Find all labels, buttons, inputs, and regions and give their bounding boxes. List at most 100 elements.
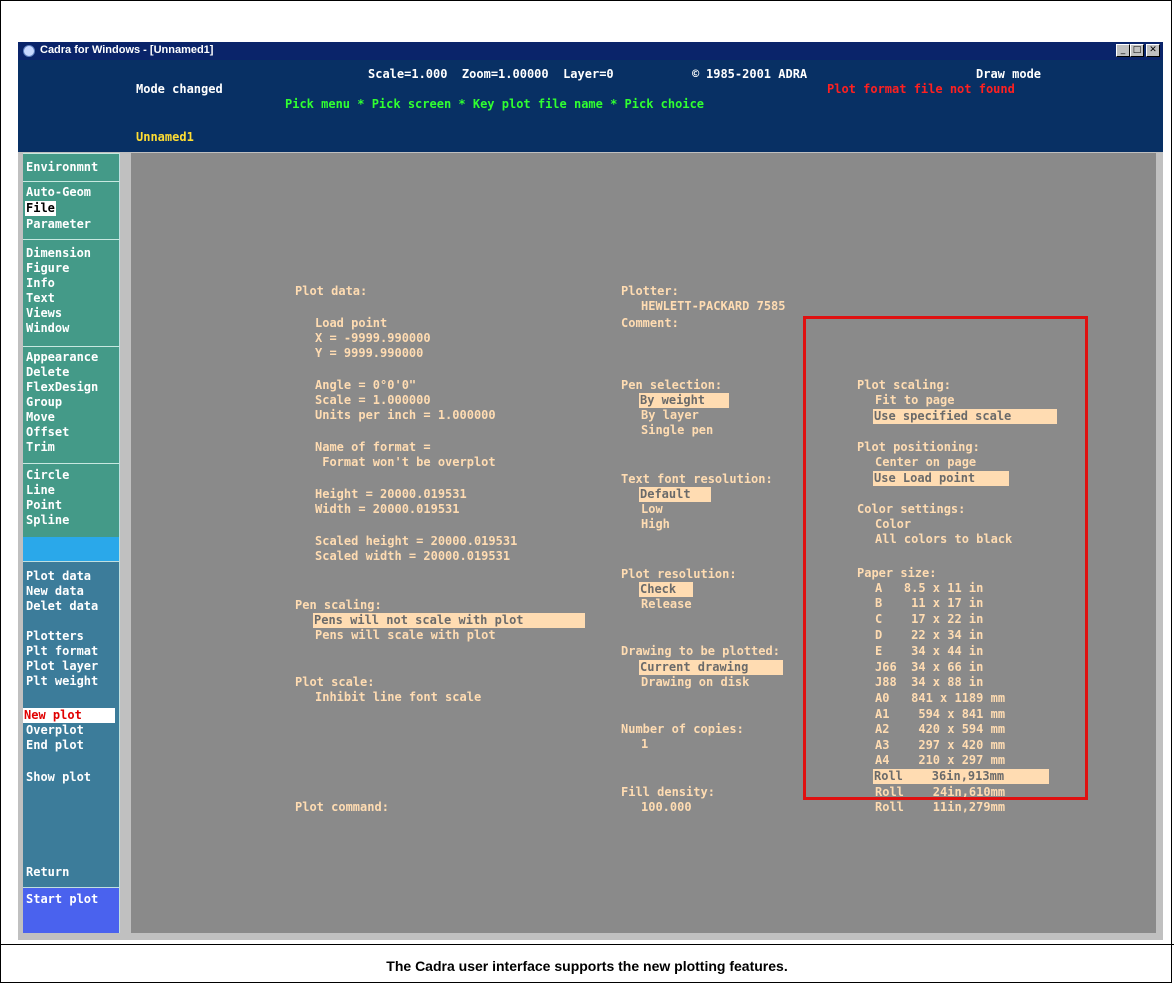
figure-caption: The Cadra user interface supports the ne… [386,958,788,974]
menu-plt-format[interactable]: Plt format [25,644,99,659]
menu-group-environment: Environmnt [23,153,120,181]
scaled-width: Scaled width = 20000.019531 [315,549,511,563]
menu-group-geometry: Circle Line Point Spline [23,463,120,537]
menu-group[interactable]: Group [25,395,63,410]
units-per-inch: Units per inch = 1.000000 [315,408,496,422]
menu-group-modify: Appearance Delete FlexDesign Group Move … [23,346,120,463]
menu-circle[interactable]: Circle [25,468,70,483]
width-value: Width = 20000.019531 [315,502,460,516]
copyright-symbol-icon: © [692,67,700,81]
number-of-copies-label: Number of copies: [621,722,744,736]
pen-scaling-label: Pen scaling: [295,598,382,612]
menu-group-start: Start plot [23,887,120,933]
plot-resolution-check[interactable]: Check [639,582,693,597]
menu-file[interactable]: File [25,201,56,216]
menu-appearance[interactable]: Appearance [25,350,99,365]
plot-resolution-release[interactable]: Release [641,597,692,612]
menu-environmnt[interactable]: Environmnt [25,160,99,175]
menu-group-plot: Plot data New data Delet data Plotters P… [23,561,120,887]
message: Mode changed [136,82,223,96]
menu-start-plot[interactable]: Start plot [25,892,99,907]
pen-scaling-option-no-scale[interactable]: Pens will not scale with plot [313,613,585,628]
menu-offset[interactable]: Offset [25,425,70,440]
plot-data-label: Plot data: [295,284,368,298]
drawing-current[interactable]: Current drawing [639,660,783,675]
plot-scale-label: Plot scale: [295,675,375,689]
menu-views[interactable]: Views [25,306,63,321]
fill-density-value[interactable]: 100.000 [641,800,692,815]
drawing-to-be-plotted-label: Drawing to be plotted: [621,644,780,658]
menu-new-data[interactable]: New data [25,584,85,599]
window-title: Cadra for Windows - [Unnamed1] [40,44,214,56]
drawing-filename: Unnamed1 [136,130,194,144]
menu-window[interactable]: Window [25,321,70,336]
caption-divider [0,944,1174,945]
menu-show-plot[interactable]: Show plot [25,770,92,785]
text-font-high[interactable]: High [641,517,670,532]
drawing-on-disk[interactable]: Drawing on disk [641,675,749,690]
pen-selection-by-weight[interactable]: By weight [639,393,729,408]
menu-flexdesign[interactable]: FlexDesign [25,380,99,395]
menu-line[interactable]: Line [25,483,56,498]
status-line: Scale=1.000 Zoom=1.00000 Layer=0 [368,67,614,81]
scaled-height: Scaled height = 20000.019531 [315,534,518,548]
menu-plt-weight[interactable]: Plt weight [25,674,99,689]
menu-plot-data[interactable]: Plot data [25,569,92,584]
inhibit-line-font-scale-option[interactable]: Inhibit line font scale [315,690,481,705]
error-message: Plot format file not found [827,82,1015,96]
menu-figure[interactable]: Figure [25,261,70,276]
sidebar-menu: Environmnt Auto-Geom File Parameter Dime… [23,153,120,933]
mode-indicator: Draw mode [976,67,1042,81]
menu-group-file: Auto-Geom File Parameter [23,181,120,239]
menu-return[interactable]: Return [25,865,70,880]
pen-selection-label: Pen selection: [621,378,723,392]
close-button[interactable]: ✕ [1146,44,1160,57]
highlight-box [803,316,1088,800]
fill-density-label: Fill density: [621,785,715,799]
menu-delete[interactable]: Delete [25,365,70,380]
plot-resolution-label: Plot resolution: [621,567,737,581]
menu-end-plot[interactable]: End plot [25,738,85,753]
menu-info[interactable]: Info [25,276,56,291]
menu-auto-geom[interactable]: Auto-Geom [25,185,92,200]
menu-group-edit: Dimension Figure Info Text Views Window [23,239,120,346]
menu-parameter[interactable]: Parameter [25,217,92,232]
plotter-label: Plotter: [621,284,679,298]
title-bar[interactable]: Cadra for Windows - [Unnamed1] _ □ ✕ [18,42,1163,60]
text-font-low[interactable]: Low [641,502,663,517]
menu-plot-layer[interactable]: Plot layer [25,659,99,674]
menu-overplot[interactable]: Overplot [25,723,85,738]
status-header: Scale=1.000 Zoom=1.00000 Layer=0 © 1985-… [18,60,1163,166]
format-name: Name of format = [315,440,431,454]
format-note: Format won't be overplot [315,455,496,469]
paper-size-roll-11[interactable]: Roll 11in,279mm [875,800,1005,815]
plotter-name: HEWLETT-PACKARD 7585 [641,299,786,313]
menu-point[interactable]: Point [25,498,63,513]
load-point-x: X = -9999.990000 [315,331,431,345]
menu-delet-data[interactable]: Delet data [25,599,99,614]
menu-dimension[interactable]: Dimension [25,246,92,261]
text-font-default[interactable]: Default [639,487,711,502]
minimize-button[interactable]: _ [1116,44,1130,57]
menu-text[interactable]: Text [25,291,56,306]
angle-value: Angle = 0°0'0" [315,378,417,392]
height-value: Height = 20000.019531 [315,487,467,501]
comment-label: Comment: [621,316,679,330]
pen-selection-single-pen[interactable]: Single pen [641,423,713,438]
load-point-y: Y = 9999.990000 [315,346,424,360]
number-of-copies-value[interactable]: 1 [641,737,648,752]
pen-scaling-option-scale[interactable]: Pens will scale with plot [315,628,496,643]
text-font-resolution-label: Text font resolution: [621,472,773,486]
load-point-label: Load point [315,316,388,330]
menu-spline[interactable]: Spline [25,513,70,528]
app-icon [23,45,35,57]
pen-selection-by-layer[interactable]: By layer [641,408,699,423]
copyright: 1985-2001 ADRA [706,67,808,81]
menu-trim[interactable]: Trim [25,440,56,455]
plot-command-label: Plot command: [295,800,389,814]
menu-plotters[interactable]: Plotters [25,629,85,644]
maximize-button[interactable]: □ [1130,44,1144,57]
menu-new-plot[interactable]: New plot [23,708,115,723]
menu-move[interactable]: Move [25,410,56,425]
scale-value: Scale = 1.000000 [315,393,431,407]
